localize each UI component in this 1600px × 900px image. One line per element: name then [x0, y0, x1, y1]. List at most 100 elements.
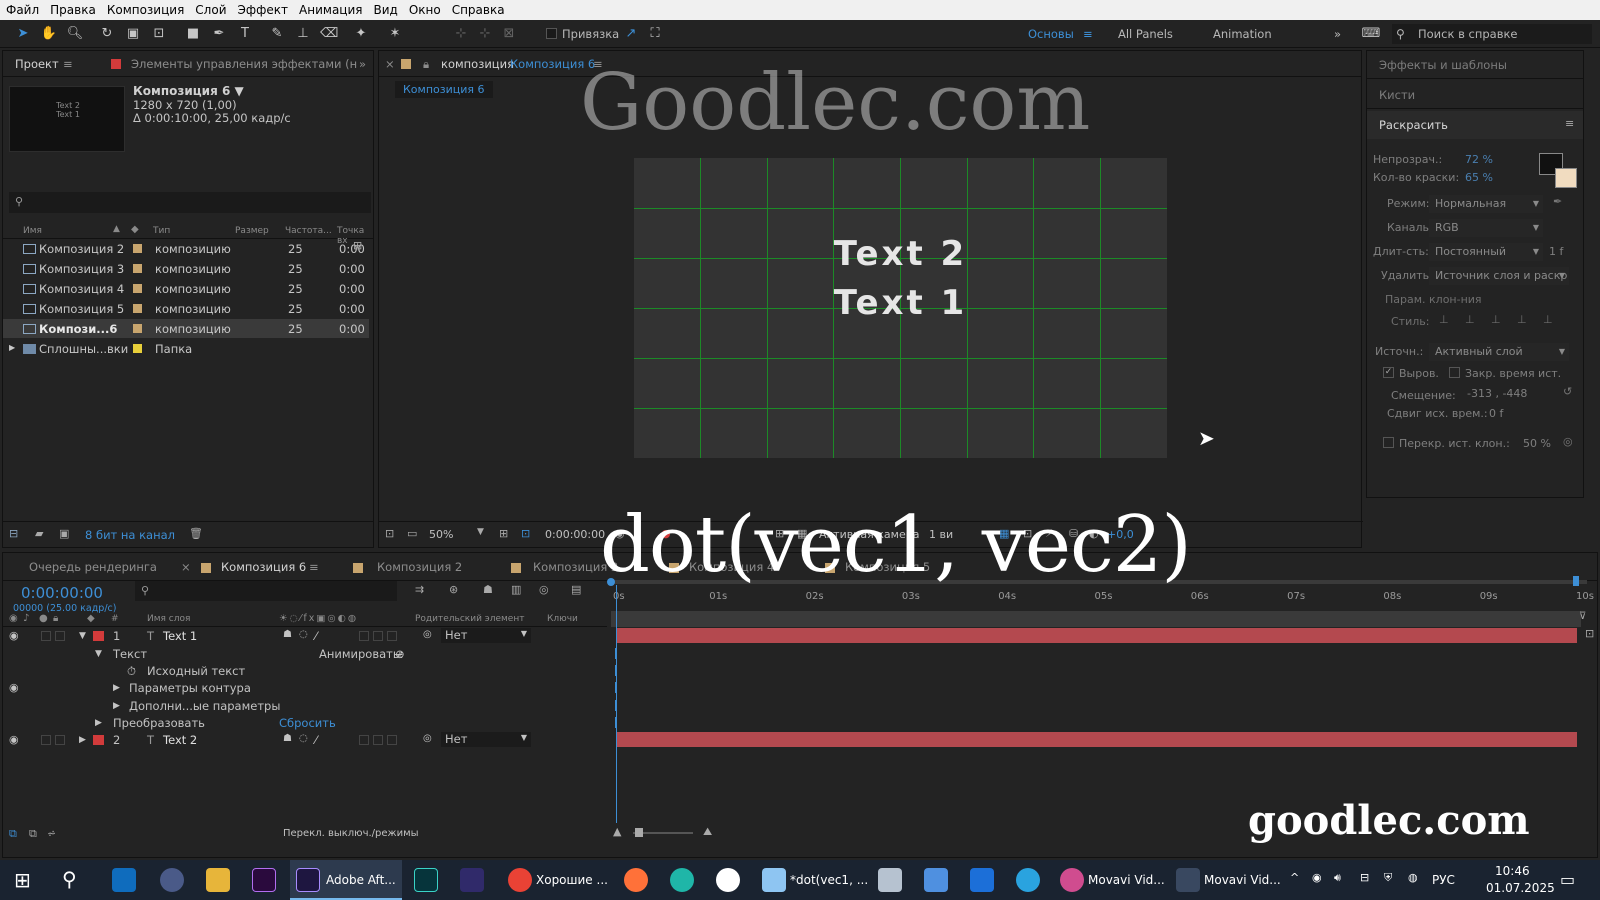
project-item[interactable]: Композиция 2 композицию 25 0:00	[3, 239, 369, 258]
lock-column-icon[interactable]: 🔒︎	[53, 613, 58, 624]
layer-label-color[interactable]	[93, 735, 104, 745]
layer-switches-icon[interactable]: ⧉	[9, 827, 17, 841]
file-explorer-icon[interactable]	[206, 868, 230, 892]
col-size[interactable]: Размер	[235, 226, 269, 236]
transform-expand-icon[interactable]: ▶	[95, 718, 102, 728]
comp-marker-bin-icon[interactable]: ⊽	[1579, 611, 1593, 625]
taskbar-after-effects[interactable]: Adobe Aft...	[290, 860, 402, 900]
more-options-row[interactable]: ▶ Дополни...ые параметры	[3, 697, 613, 715]
project-item[interactable]: Композиция 3 композицию 25 0:00	[3, 259, 369, 278]
menu-window[interactable]: Окно	[409, 3, 441, 17]
help-search-input[interactable]: Поиск в справке	[1392, 24, 1592, 44]
toggle-modes-button[interactable]: Перекл. выключ./режимы	[283, 828, 419, 839]
menu-animation[interactable]: Анимация	[299, 3, 362, 17]
rotate-tool-icon[interactable]: ↻	[98, 25, 116, 43]
notification-icon[interactable]: ▭	[1560, 870, 1575, 889]
clock-time[interactable]: 10:46	[1495, 864, 1530, 878]
taskbar-chrome-label[interactable]: Хорошие ...	[536, 873, 608, 887]
taskbar-movavi-label-2[interactable]: Movavi Vid...	[1204, 873, 1281, 887]
shy-switch-icon[interactable]: ☗	[283, 629, 292, 640]
layer-label-color[interactable]	[93, 631, 104, 641]
item-label-color[interactable]	[133, 304, 142, 313]
flowchart-icon[interactable]: ⊞	[353, 239, 371, 255]
selected-comp-name[interactable]: Композиция 6 ▼	[133, 84, 244, 98]
mode-dropdown[interactable]: Нормальная	[1429, 195, 1543, 213]
movavi-screen-icon[interactable]	[1176, 868, 1200, 892]
frame-blend-icon[interactable]: ▥	[511, 583, 521, 596]
axis-view-icon[interactable]: ⊠	[500, 25, 518, 43]
keys-column[interactable]: Ключи	[547, 614, 578, 624]
reset-link[interactable]: Сбросить	[279, 716, 336, 730]
always-preview-icon[interactable]: ⊡	[385, 527, 394, 540]
menu-composition[interactable]: Композиция	[107, 3, 184, 17]
language-globe-icon[interactable]: ◍	[1408, 871, 1418, 884]
defender-icon[interactable]	[970, 868, 994, 892]
layer-name-column[interactable]: Имя слоя	[147, 614, 190, 624]
tab-menu-icon[interactable]: ≡	[63, 57, 73, 71]
current-timecode[interactable]: 0:00:00:00	[21, 584, 103, 602]
parent-dropdown[interactable]: Нет ▼	[441, 732, 531, 747]
new-comp-icon[interactable]: ▣	[59, 527, 69, 540]
source-text-row[interactable]: ⏱︎ Исходный текст	[3, 662, 613, 680]
yandex-icon[interactable]	[716, 868, 740, 892]
zoom-tool-icon[interactable]: 🔍︎	[66, 25, 84, 43]
pickwhip-icon[interactable]: ◎	[423, 733, 432, 744]
visibility-column-icon[interactable]: ◉	[9, 613, 18, 624]
telegram-icon[interactable]	[1016, 868, 1040, 892]
background-color-swatch[interactable]	[1555, 168, 1577, 188]
zoom-out-icon[interactable]: ▲	[613, 825, 621, 838]
opacity-value[interactable]: 72 %	[1465, 153, 1493, 166]
clone-preset-2-icon[interactable]: ⊥	[1465, 313, 1475, 326]
project-item[interactable]: ▶ Сплошны...вки Папка	[3, 339, 369, 358]
taskbar-notepad-label[interactable]: *dot(vec1, ...	[790, 873, 868, 887]
number-column-icon[interactable]: #	[111, 614, 119, 624]
brush-tool-icon[interactable]: ✎	[268, 25, 286, 43]
erase-dropdown[interactable]: Источник слоя и раскр	[1429, 267, 1569, 285]
layer-expand-icon[interactable]: ▼	[79, 631, 86, 641]
close-icon[interactable]: ×	[181, 560, 191, 574]
lock-time-checkbox[interactable]	[1449, 367, 1460, 378]
network-icon[interactable]: ⊟	[1360, 871, 1369, 884]
item-label-color[interactable]	[133, 344, 142, 353]
search-icon[interactable]: ⚲	[62, 867, 77, 891]
tab-composition-label[interactable]: композиция	[441, 57, 514, 71]
graph-editor-icon[interactable]: ▤	[571, 583, 581, 596]
interpret-footage-icon[interactable]: ⊟	[9, 527, 18, 540]
collapse-switch-icon[interactable]: ◌	[299, 733, 308, 744]
clone-overlay-checkbox[interactable]	[1383, 437, 1394, 448]
flow-value[interactable]: 65 %	[1465, 171, 1493, 184]
selection-tool-icon[interactable]: ➤	[14, 25, 32, 43]
premiere-icon[interactable]	[252, 868, 276, 892]
item-label-color[interactable]	[133, 284, 142, 293]
shy-switch-icon[interactable]: ☗	[283, 733, 292, 744]
project-search-input[interactable]: ⚲	[9, 192, 371, 213]
layer-1-duration-bar[interactable]	[617, 628, 1577, 643]
aligned-checkbox[interactable]: ✓	[1383, 367, 1394, 378]
transform-row[interactable]: ▶ Преобразовать Сбросить	[3, 714, 613, 732]
motion-blur-toggle[interactable]	[373, 735, 383, 745]
movavi-icon[interactable]	[1060, 868, 1084, 892]
tab-comp-2[interactable]: Композиция 2	[377, 560, 462, 574]
motion-blur-icon[interactable]: ◎	[539, 583, 549, 596]
quality-switch-icon[interactable]: ⁄	[315, 733, 317, 747]
expand-icon[interactable]: ▶	[9, 343, 15, 352]
hand-tool-icon[interactable]: ✋	[40, 25, 58, 43]
monitor-icon[interactable]: ▭	[407, 527, 417, 540]
rectangle-tool-icon[interactable]: ■	[184, 25, 202, 43]
document-icon[interactable]	[924, 868, 948, 892]
item-label-color[interactable]	[133, 324, 142, 333]
time-navigator[interactable]	[611, 611, 1581, 627]
text-group-expand-icon[interactable]: ▼	[95, 649, 102, 659]
canvas-text-2[interactable]: Text 2	[634, 234, 1167, 274]
expand-icon[interactable]: ⛶	[646, 25, 664, 43]
snap-icon[interactable]: ↗	[622, 25, 640, 43]
search-help-toggle-icon[interactable]: ⌨	[1360, 25, 1382, 43]
layer-expand-icon[interactable]: ▶	[79, 735, 86, 745]
col-type[interactable]: Тип	[153, 226, 170, 236]
comp-breadcrumb[interactable]: Композиция 6	[395, 81, 493, 98]
clone-preset-1-icon[interactable]: ⊥	[1439, 313, 1449, 326]
workspace-animation[interactable]: Animation	[1213, 27, 1272, 41]
fx-toggle[interactable]	[359, 735, 369, 745]
layer-2-duration-bar[interactable]	[617, 732, 1577, 747]
source-dropdown[interactable]: Активный слой	[1429, 343, 1569, 361]
